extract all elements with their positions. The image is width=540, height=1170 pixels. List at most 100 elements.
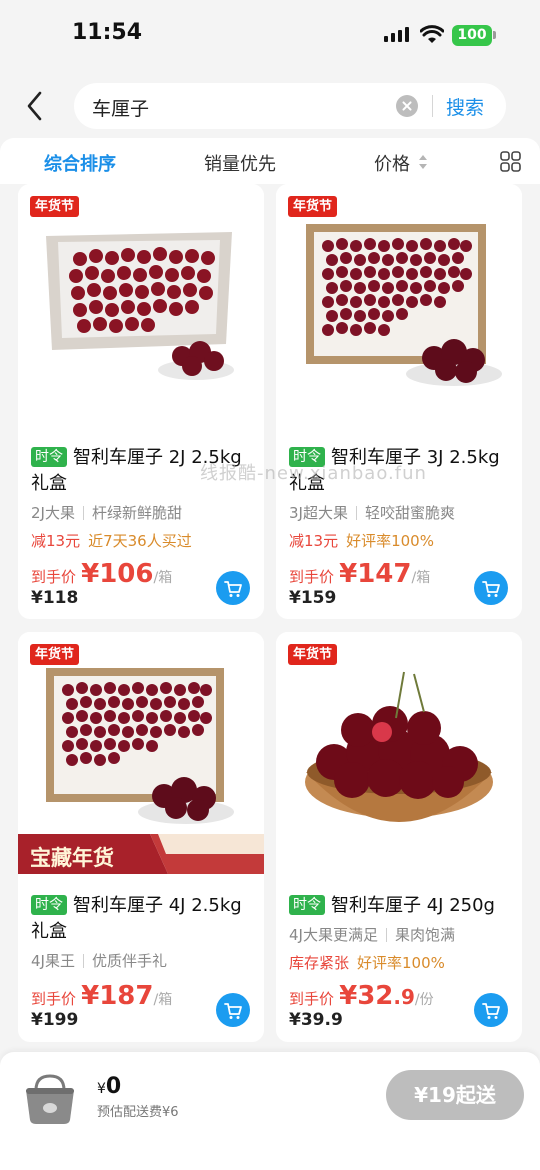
attribute-divider	[82, 954, 84, 968]
attribute-1: 4J果王	[31, 952, 75, 970]
price-unit: /箱	[153, 570, 173, 586]
promo-note: 好评率100%	[357, 954, 445, 972]
tab-sales-first[interactable]: 销量优先	[204, 150, 276, 176]
cart-total-value: 0	[105, 1074, 122, 1099]
shopping-basket-icon[interactable]	[20, 1070, 80, 1126]
original-price: ¥39.9	[289, 1010, 343, 1030]
product-card[interactable]: 年货节 时令 智利车厘子 2J 2.5kg礼盒 2J大果 杆绿新鲜脆甜 减13元 近7…	[18, 184, 264, 619]
product-image	[276, 632, 522, 868]
price-value: 147	[357, 559, 412, 589]
treasure-banner-text: 宝藏年货	[30, 845, 114, 870]
price-currency: ¥	[339, 981, 358, 1011]
product-image	[18, 184, 264, 420]
status-time: 11:54	[72, 20, 143, 45]
price-unit: /箱	[411, 570, 431, 586]
product-card[interactable]: 宝藏年货 年货节 时令 智利车厘子 4J 2.5kg礼盒 4J果王 优质伴手礼 到手…	[18, 632, 264, 1042]
back-arrow-icon[interactable]	[22, 88, 50, 124]
promo-note: 好评率100%	[346, 532, 434, 550]
attribute-2: 杆绿新鲜脆甜	[91, 504, 182, 522]
grid-view-icon[interactable]	[500, 151, 521, 172]
final-price: 到手价 ¥32.9/份	[289, 981, 434, 1011]
price-currency: ¥	[339, 559, 358, 589]
price-label: 到手价	[289, 990, 335, 1008]
price-value: 32	[357, 981, 394, 1011]
price-label: 到手价	[289, 568, 335, 586]
product-attributes: 3J超大果 轻咬甜蜜脆爽	[289, 502, 455, 523]
search-query[interactable]: 车厘子	[92, 94, 149, 121]
clear-icon[interactable]	[396, 95, 418, 117]
promo-discount: 减13元	[289, 532, 339, 550]
product-attributes: 4J果王 优质伴手礼	[31, 950, 167, 971]
attribute-divider	[355, 506, 357, 520]
promo-row: 库存紧张 好评率100%	[289, 952, 445, 973]
price-label: 到手价	[31, 990, 77, 1008]
product-title[interactable]: 时令 智利车厘子 4J 2.5kg礼盒	[31, 893, 256, 945]
product-card[interactable]: 年货节 时令 智利车厘子 4J 250g 4J大果更满足 果肉饱满 库存紧张 好评率1…	[276, 632, 522, 1042]
seasonal-badge: 时令	[31, 447, 67, 467]
festival-tag: 年货节	[30, 644, 80, 665]
add-to-cart-button[interactable]	[474, 993, 508, 1027]
final-price: 到手价 ¥187/箱	[31, 981, 172, 1011]
product-title-text: 智利车厘子 4J 250g	[331, 895, 495, 916]
price-unit: /箱	[153, 992, 173, 1008]
price-value: 187	[99, 981, 154, 1011]
search-button[interactable]: 搜索	[446, 93, 484, 120]
attribute-divider	[385, 928, 387, 942]
sort-bar: 综合排序 销量优先 价格	[0, 138, 540, 184]
add-to-cart-button[interactable]	[216, 993, 250, 1027]
promo-stock: 库存紧张	[289, 954, 350, 972]
attribute-1: 4J大果更满足	[289, 926, 378, 944]
wifi-icon	[420, 25, 444, 43]
tab-comprehensive-sort[interactable]: 综合排序	[44, 150, 116, 176]
product-image	[18, 632, 264, 868]
cart-currency: ¥	[97, 1081, 106, 1097]
product-title[interactable]: 时令 智利车厘子 4J 250g	[289, 893, 514, 919]
attribute-2: 果肉饱满	[394, 926, 455, 944]
cart-total: ¥0	[97, 1074, 121, 1099]
sort-arrows-icon[interactable]	[418, 153, 428, 171]
search-divider	[432, 95, 433, 117]
attribute-2: 优质伴手礼	[91, 952, 167, 970]
promo-row: 减13元 近7天36人买过	[31, 530, 192, 551]
promo-note: 近7天36人买过	[88, 532, 192, 550]
price-decimal: .9	[393, 985, 415, 1009]
product-grid: 年货节 时令 智利车厘子 2J 2.5kg礼盒 2J大果 杆绿新鲜脆甜 减13元 近7…	[0, 184, 540, 1064]
price-currency: ¥	[81, 559, 100, 589]
search-input[interactable]: 车厘子 搜索	[74, 83, 506, 129]
product-card[interactable]: 年货节 时令 智利车厘子 3J 2.5kg礼盒 3J超大果 轻咬甜蜜脆爽 减13元好…	[276, 184, 522, 619]
product-attributes: 4J大果更满足 果肉饱满	[289, 924, 455, 945]
attribute-2: 轻咬甜蜜脆爽	[364, 504, 455, 522]
price-label: 到手价	[31, 568, 77, 586]
festival-tag: 年货节	[288, 196, 338, 217]
product-attributes: 2J大果 杆绿新鲜脆甜	[31, 502, 182, 523]
original-price: ¥118	[31, 588, 79, 608]
price-unit: /份	[414, 992, 434, 1008]
final-price: 到手价 ¥106/箱	[31, 559, 172, 589]
attribute-divider	[82, 506, 84, 520]
attribute-1: 3J超大果	[289, 504, 348, 522]
battery-indicator: 100	[452, 25, 492, 46]
cart-bar: ¥0 预估配送费¥6 ¥19起送	[0, 1052, 540, 1170]
add-to-cart-button[interactable]	[216, 571, 250, 605]
price-currency: ¥	[81, 981, 100, 1011]
shipping-fee-note: 预估配送费¥6	[97, 1105, 179, 1120]
cellular-signal-icon	[384, 27, 409, 42]
add-to-cart-button[interactable]	[474, 571, 508, 605]
original-price: ¥159	[289, 588, 337, 608]
tab-price[interactable]: 价格	[374, 150, 410, 176]
product-image	[276, 184, 522, 420]
festival-tag: 年货节	[30, 196, 80, 217]
final-price: 到手价 ¥147/箱	[289, 559, 430, 589]
promo-discount: 减13元	[31, 532, 81, 550]
status-bar: 11:54 100	[0, 0, 540, 72]
watermark: 线报酷-new.xianbao.fun	[200, 463, 427, 484]
seasonal-badge: 时令	[31, 895, 67, 915]
original-price: ¥199	[31, 1010, 79, 1030]
promo-row: 减13元 好评率100%	[289, 530, 434, 551]
price-value: 106	[99, 559, 154, 589]
seasonal-badge: 时令	[289, 895, 325, 915]
search-row: 车厘子 搜索	[0, 72, 540, 138]
attribute-1: 2J大果	[31, 504, 75, 522]
festival-tag: 年货节	[288, 644, 338, 665]
minimum-order-button[interactable]: ¥19起送	[386, 1070, 524, 1120]
